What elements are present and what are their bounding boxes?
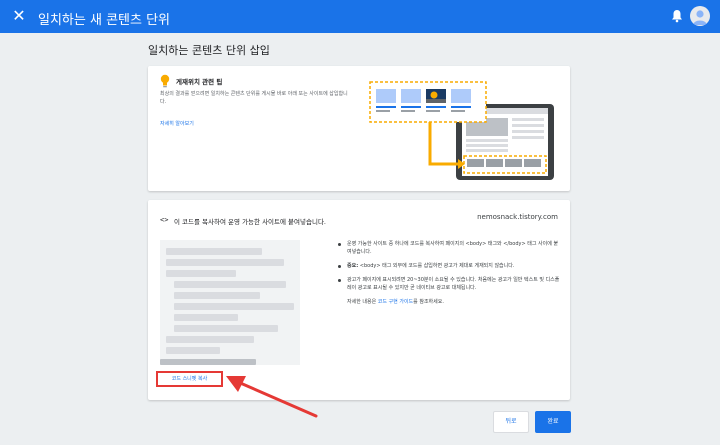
red-arrow-annotation <box>226 376 318 418</box>
code-heading: 이 코드를 복사하여 운영 가능한 사이트에 붙여넣습니다. <box>174 218 327 226</box>
tip-title: 게재위치 관련 팁 <box>176 78 223 86</box>
list-item: 광고가 페이지에 표시되려면 20~30분이 소요될 수 있습니다. 처음에는 … <box>338 276 560 292</box>
note-text: 를 참조하세요. <box>413 299 444 305</box>
code-line <box>166 270 236 277</box>
important-label: 중요: <box>347 263 359 269</box>
code-line <box>174 281 286 288</box>
code-line <box>174 314 238 321</box>
page-title: 일치하는 콘텐츠 단위 삽입 <box>148 44 270 57</box>
site-name: nemosnack.tistory.com <box>477 213 558 221</box>
tip-text: 최상의 결과를 얻으려면 일치하는 콘텐츠 단위를 게시물 바로 아래 또는 사… <box>160 91 348 105</box>
top-bar: ✕ 일치하는 새 콘텐츠 단위 <box>0 0 720 33</box>
code-line <box>174 303 294 310</box>
code-icon: <> <box>160 216 169 224</box>
bell-icon[interactable] <box>669 8 685 24</box>
note-text: 자세한 내용은 <box>347 299 378 305</box>
code-snippet-card: <> 이 코드를 복사하여 운영 가능한 사이트에 붙여넣습니다. nemosn… <box>148 200 570 400</box>
lightbulb-icon <box>160 74 170 88</box>
bullet-dot <box>338 265 341 268</box>
copy-snippet-button[interactable]: 코드 스니펫 복사 <box>156 371 223 387</box>
code-line <box>166 336 254 343</box>
done-button[interactable]: 완료 <box>535 411 571 433</box>
instruction-list: 운영 가능한 사이트 중 하나에 코드를 복사하여 페이지의 <body> 태그… <box>338 240 560 306</box>
list-item-text: 운영 가능한 사이트 중 하나에 코드를 복사하여 페이지의 <body> 태그… <box>347 241 559 255</box>
list-item: 중요: <body> 태그 외부에 코드를 삽입하면 광고가 제대로 게재되지 … <box>338 262 560 270</box>
bullet-dot <box>338 279 341 282</box>
list-item-text: 광고가 페이지에 표시되려면 20~30분이 소요될 수 있습니다. 처음에는 … <box>347 277 560 291</box>
code-line <box>174 292 260 299</box>
bullet-dot <box>338 243 341 246</box>
window-title: 일치하는 새 콘텐츠 단위 <box>38 13 170 28</box>
close-icon[interactable]: ✕ <box>10 7 28 25</box>
avatar-icon[interactable] <box>690 6 710 26</box>
code-line <box>174 325 278 332</box>
code-line <box>166 248 262 255</box>
list-item-text: <body> 태그 외부에 코드를 삽입하면 광고가 제대로 게재되지 않습니다… <box>358 263 515 269</box>
placement-tip-card: 게재위치 관련 팁 최상의 결과를 얻으려면 일치하는 콘텐츠 단위를 게시물 … <box>148 66 570 191</box>
placement-illustration <box>369 81 554 180</box>
code-guide-link[interactable]: 코드 구현 가이드 <box>378 299 413 305</box>
code-scrollbar[interactable] <box>160 359 256 365</box>
back-button[interactable]: 뒤로 <box>493 411 529 433</box>
guide-note: 자세한 내용은 코드 구현 가이드를 참조하세요. <box>338 298 560 306</box>
code-snippet-box[interactable] <box>160 240 300 365</box>
code-line <box>166 259 284 266</box>
learn-more-link[interactable]: 자세히 알아보기 <box>160 120 194 127</box>
code-line <box>166 347 220 354</box>
list-item: 운영 가능한 사이트 중 하나에 코드를 복사하여 페이지의 <body> 태그… <box>338 240 560 256</box>
